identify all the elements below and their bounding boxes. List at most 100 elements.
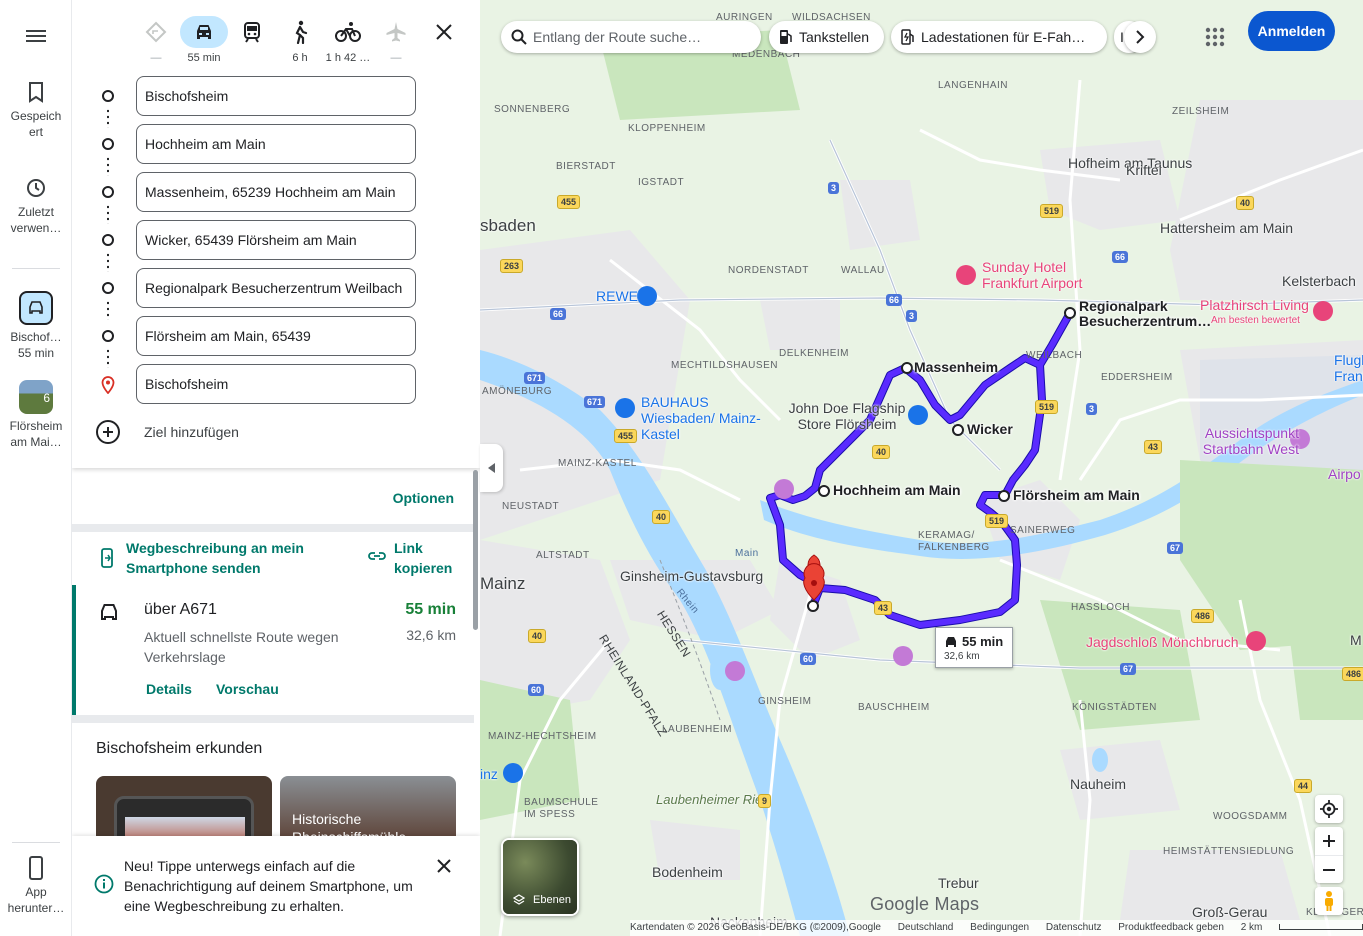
mode-walk[interactable]: 6 h bbox=[276, 16, 324, 64]
poi-label[interactable]: Airpo bbox=[1328, 466, 1361, 482]
map-label: BIERSTADT bbox=[556, 161, 616, 172]
map-waypoint-label[interactable]: Flörsheim am Main bbox=[1013, 488, 1140, 503]
info-icon bbox=[94, 874, 114, 894]
map-waypoint-label[interactable]: Regionalpark Besucherzentrum… bbox=[1079, 299, 1211, 329]
chip-ev-charging[interactable]: Ladestationen für E-Fah… bbox=[891, 21, 1107, 53]
dots-divider bbox=[107, 156, 109, 176]
chip-gas-stations[interactable]: Tankstellen bbox=[769, 21, 884, 53]
waypoint-stop-icon bbox=[102, 330, 114, 342]
phone-icon bbox=[29, 856, 43, 880]
panel-scrollbar[interactable] bbox=[473, 470, 478, 630]
zoom-out-button[interactable] bbox=[1315, 855, 1343, 883]
dots-divider bbox=[107, 204, 109, 224]
route-details-button[interactable]: Details bbox=[146, 681, 192, 697]
options-button[interactable]: Optionen bbox=[393, 490, 454, 506]
road-shield: 67 bbox=[1120, 663, 1137, 675]
footer-country[interactable]: Deutschland bbox=[898, 922, 954, 933]
route-search-box[interactable] bbox=[501, 21, 761, 53]
poi-label[interactable]: Am besten bewertet bbox=[1211, 313, 1300, 329]
poi-label[interactable]: BAUHAUS Wiesbaden/ Mainz-Kastel bbox=[641, 394, 781, 442]
waypoint-input-6[interactable]: Flörsheim am Main, 65439 bbox=[136, 316, 416, 356]
scale-label[interactable]: 2 km bbox=[1241, 922, 1263, 933]
waypoint-stop-icon bbox=[102, 282, 114, 294]
rail-divider bbox=[12, 842, 60, 843]
copy-link-button[interactable]: Link kopieren bbox=[368, 538, 458, 578]
waypoint-input-3[interactable]: Massenheim, 65239 Hochheim am Main bbox=[136, 172, 416, 212]
poi-label[interactable]: REWE bbox=[596, 288, 638, 304]
waypoint-input-destination[interactable]: Bischofsheim bbox=[136, 364, 416, 404]
poi-label[interactable]: Sunday Hotel Frankfurt Airport bbox=[982, 259, 1092, 291]
map-footer: Kartendaten © 2026 GeoBasis-DE/BKG (©200… bbox=[630, 920, 1363, 936]
poi-label[interactable]: John Doe Flagship Store Flörsheim bbox=[786, 400, 908, 432]
footer-feedback-link[interactable]: Produktfeedback geben bbox=[1118, 922, 1224, 933]
map-label: MAINZ-HECHTSHEIM bbox=[488, 731, 597, 742]
poi-label[interactable]: Aussichtspunkt Startbahn West bbox=[1189, 425, 1299, 457]
saved-button[interactable]: Gespeich ert bbox=[0, 80, 72, 140]
poi-label[interactable]: Platzhirsch Living bbox=[1200, 297, 1309, 313]
footer-privacy-link[interactable]: Datenschutz bbox=[1046, 922, 1102, 933]
close-icon bbox=[436, 24, 452, 40]
road-shield: 3 bbox=[906, 310, 918, 322]
send-to-phone-button[interactable]: Wegbeschreibung an mein Smartphone sende… bbox=[96, 538, 316, 578]
menu-button[interactable] bbox=[0, 24, 72, 52]
toast-close-button[interactable] bbox=[434, 856, 454, 876]
bookmark-icon bbox=[29, 82, 43, 103]
road-shield: 40 bbox=[528, 629, 547, 643]
collapse-panel-button[interactable] bbox=[480, 444, 503, 492]
recent-button[interactable]: Zuletzt verwen… bbox=[0, 176, 72, 236]
road-shield: 44 bbox=[1294, 779, 1313, 793]
poi-label[interactable]: Jagdschloß Mönchbruch bbox=[1086, 634, 1239, 650]
waypoint-input-5[interactable]: Regionalpark Besucherzentrum Weilbach bbox=[136, 268, 416, 308]
map-label: WEILBACH bbox=[1026, 350, 1083, 361]
mode-car[interactable]: 55 min bbox=[180, 16, 228, 64]
route-preview-button[interactable]: Vorschau bbox=[216, 681, 279, 697]
mode-best[interactable]: — bbox=[132, 16, 180, 64]
recent-trip-place[interactable]: 6 Flörsheim am Mai… bbox=[0, 380, 72, 450]
mode-transit[interactable] bbox=[228, 16, 276, 52]
waypoint-input-2[interactable]: Hochheim am Main bbox=[136, 124, 416, 164]
route-distance: 32,6 km bbox=[406, 627, 456, 643]
add-destination-button[interactable]: Ziel hinzufügen bbox=[96, 420, 239, 444]
map-label: ALTSTADT bbox=[536, 550, 590, 561]
bike-icon bbox=[335, 22, 361, 42]
map-canvas[interactable]: AURINGEN WILDSACHSEN MEDENBACH LANGENHAI… bbox=[480, 0, 1363, 936]
copy-link-label: Link kopieren bbox=[394, 540, 453, 576]
route-eta-callout[interactable]: 55 min 32,6 km bbox=[935, 627, 1013, 668]
road-shield: 43 bbox=[874, 601, 893, 615]
google-apps-button[interactable] bbox=[1200, 22, 1230, 52]
mode-flight[interactable]: — bbox=[372, 16, 420, 64]
zoom-in-button[interactable] bbox=[1315, 827, 1343, 855]
route-search-input[interactable] bbox=[533, 27, 753, 47]
layers-button[interactable]: Ebenen bbox=[501, 838, 579, 916]
poi-label[interactable]: M bbox=[1350, 632, 1362, 648]
mode-bike[interactable]: 1 h 42 … bbox=[324, 16, 372, 64]
chips-scroll-right-button[interactable] bbox=[1124, 21, 1156, 53]
chip-label: Tankstellen bbox=[799, 29, 870, 45]
poi-label[interactable]: inz bbox=[480, 766, 498, 782]
recent-trip-directions[interactable]: Bischof… 55 min bbox=[0, 291, 72, 361]
close-directions-button[interactable] bbox=[432, 20, 456, 44]
my-location-button[interactable] bbox=[1315, 795, 1343, 823]
road-shield: 486 bbox=[1342, 667, 1363, 681]
layers-label: Ebenen bbox=[533, 894, 571, 906]
map-town: Nauheim bbox=[1070, 776, 1127, 792]
map-label: Main bbox=[735, 548, 759, 559]
road-shield: 455 bbox=[614, 429, 638, 443]
footer-terms-link[interactable]: Bedingungen bbox=[970, 922, 1029, 933]
waypoint-input-1[interactable]: Bischofsheim bbox=[136, 76, 416, 116]
road-shield: 66 bbox=[886, 294, 903, 306]
map-label: NEUSTADT bbox=[502, 501, 560, 512]
waypoint-input-4[interactable]: Wicker, 65439 Flörsheim am Main bbox=[136, 220, 416, 260]
sign-in-button[interactable]: Anmelden bbox=[1248, 11, 1335, 51]
dots-divider bbox=[107, 108, 109, 128]
map-waypoint-label[interactable]: Massenheim bbox=[914, 360, 998, 375]
map-waypoint-label[interactable]: Hochheim am Main bbox=[833, 483, 961, 498]
street-view-pegman[interactable] bbox=[1315, 887, 1343, 915]
route-option-card[interactable]: über A671 Aktuell schnellste Route wegen… bbox=[72, 585, 474, 715]
map-waypoint-label[interactable]: Wicker bbox=[967, 422, 1013, 437]
road-shield: 66 bbox=[550, 308, 567, 320]
download-app-button[interactable]: App herunter… bbox=[0, 856, 72, 916]
road-shield: 40 bbox=[1236, 196, 1255, 210]
waypoint-stop-icon bbox=[102, 186, 114, 198]
poi-label[interactable]: Flugh Frank bbox=[1334, 352, 1363, 384]
